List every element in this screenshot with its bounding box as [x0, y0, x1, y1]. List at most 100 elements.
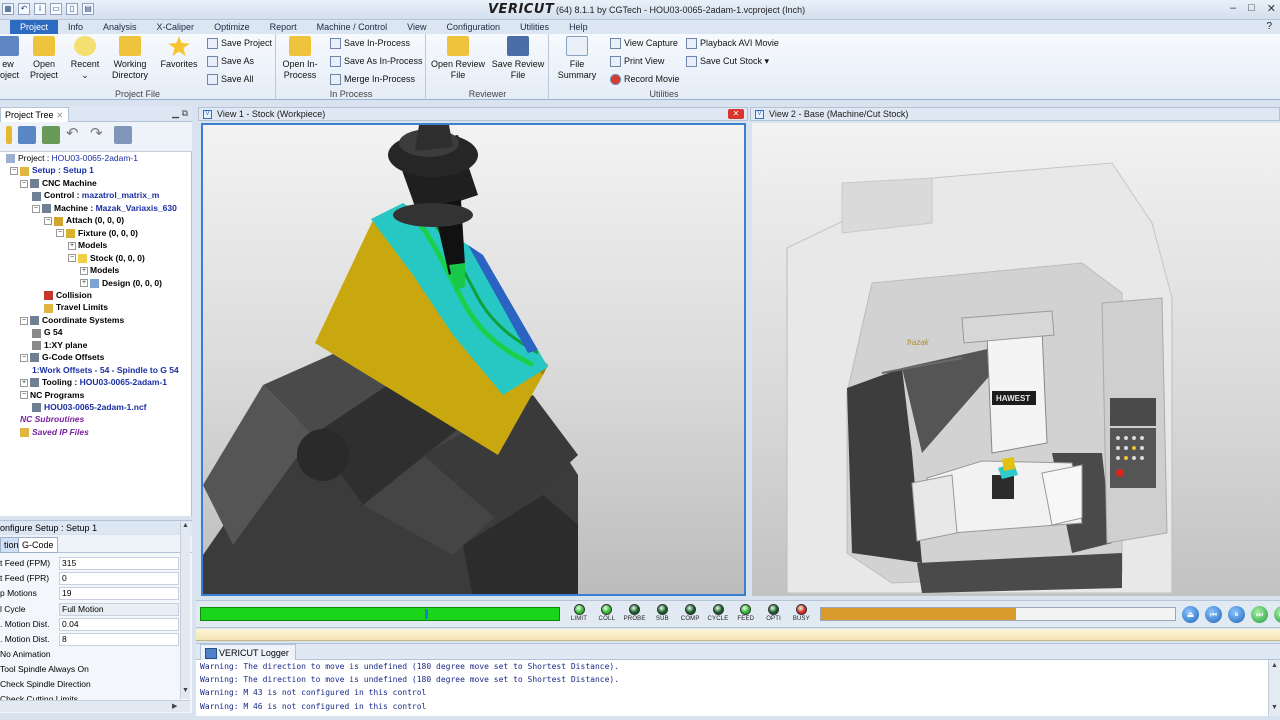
record-movie-button[interactable]: Record Movie	[610, 72, 680, 86]
tree-node[interactable]: − Machine : Mazak_Variaxis_630	[32, 202, 177, 214]
app-menu-icon[interactable]: ▦	[2, 3, 14, 15]
tree-node[interactable]: Saved IP Files	[20, 426, 89, 438]
view1-close-button[interactable]: ✕	[728, 109, 744, 119]
open-in-process-button[interactable]: Open In- Process	[278, 36, 322, 81]
view2-machine-viewport[interactable]: HAWEST frazak	[752, 123, 1280, 596]
undo-icon[interactable]: ↶	[66, 126, 84, 144]
status-led-comp[interactable]: COMP	[678, 604, 702, 622]
setting-select[interactable]: Full Motion	[59, 602, 179, 616]
menu-item-analysis[interactable]: Analysis	[93, 20, 147, 34]
layout-icon[interactable]: ▭	[50, 3, 62, 15]
undo-icon[interactable]: ↶	[18, 3, 30, 15]
simulation-progress-bar[interactable]	[200, 607, 560, 621]
tree-node[interactable]: 1:XY plane	[32, 339, 87, 351]
tree-node[interactable]: + Models	[68, 239, 107, 251]
status-led-feed[interactable]: FEED	[734, 604, 758, 622]
help-question-icon[interactable]: ?	[1266, 20, 1272, 34]
menu-item-help[interactable]: Help	[559, 20, 598, 34]
tree-node[interactable]: − CNC Machine	[20, 177, 97, 189]
setting-input[interactable]: 0	[59, 572, 179, 586]
redo-icon[interactable]: ↷	[90, 126, 108, 144]
tab-vericut-logger[interactable]: VERICUT Logger	[200, 644, 296, 660]
menu-item-report[interactable]: Report	[260, 20, 307, 34]
menu-item-optimize[interactable]: Optimize	[204, 20, 260, 34]
tree-node[interactable]: 1:Work Offsets - 54 - Spindle to G 54	[32, 364, 179, 376]
save-as-in-process-button[interactable]: Save As In-Process	[330, 54, 423, 68]
tab-project-tree[interactable]: Project Tree ⨯	[0, 107, 69, 122]
menu-item-view[interactable]: View	[397, 20, 436, 34]
status-led-probe[interactable]: PROBE	[623, 604, 647, 622]
add-component-icon[interactable]	[42, 126, 60, 144]
logger-scrollbar[interactable]: ▲ ▼	[1268, 660, 1280, 716]
setting-input[interactable]: 8	[59, 633, 179, 646]
close-icon[interactable]: ⨯	[56, 110, 64, 120]
configure-setup-scrollbar[interactable]: ▲ ▼	[180, 521, 190, 699]
status-led-sub[interactable]: SUB	[650, 604, 674, 622]
tree-node[interactable]: + Models	[80, 264, 119, 276]
view-capture-button[interactable]: View Capture	[610, 36, 678, 50]
tree-node[interactable]: − Fixture (0, 0, 0)	[56, 227, 138, 239]
tree-node[interactable]: − NC Programs	[20, 389, 84, 401]
file-summary-button[interactable]: File Summary	[555, 36, 599, 81]
collapse-icon[interactable]: −	[32, 204, 40, 213]
rewind-button[interactable]: ⏮	[1205, 606, 1222, 623]
tree-node[interactable]: + Tooling : HOU03-0065-2adam-1	[20, 376, 167, 388]
maximize-button[interactable]: □	[1248, 2, 1255, 15]
status-led-opti[interactable]: OPTI	[762, 604, 786, 622]
collapse-icon[interactable]: −	[44, 217, 52, 225]
menu-item-info[interactable]: Info	[58, 20, 93, 34]
minimize-button[interactable]: –	[1230, 2, 1236, 15]
tree-node[interactable]: − Stock (0, 0, 0)	[68, 252, 145, 264]
info-icon[interactable]: i	[34, 3, 46, 15]
wand-icon[interactable]	[6, 126, 12, 144]
pause-button[interactable]: ⏸	[1228, 606, 1245, 623]
layout-split-icon[interactable]: ▯	[66, 3, 78, 15]
option-checkbox[interactable]: No Animation	[0, 647, 180, 662]
expand-icon[interactable]: +	[80, 279, 88, 288]
menu-item-project[interactable]: Project	[10, 20, 59, 34]
tree-node[interactable]: Control : mazatrol_matrix_m	[32, 189, 159, 201]
status-led-cycle[interactable]: CYCLE	[706, 604, 730, 622]
save-as-button[interactable]: Save As	[207, 54, 254, 68]
status-led-coll[interactable]: COLL	[595, 604, 619, 622]
float-panel-icon[interactable]: ⧉	[182, 108, 188, 118]
open-project-button[interactable]: Open Project	[22, 36, 66, 81]
merge-in-process-button[interactable]: Merge In-Process	[330, 72, 415, 86]
menu-item-utilities[interactable]: Utilities	[510, 20, 559, 34]
tree-node[interactable]: − Attach (0, 0, 0)	[44, 214, 124, 226]
tree-node[interactable]: Travel Limits	[44, 301, 108, 313]
collapse-icon[interactable]: −	[10, 167, 18, 176]
expand-icon[interactable]: +	[80, 266, 88, 275]
save-project-button[interactable]: Save Project	[207, 36, 272, 50]
setting-input[interactable]: 315	[59, 557, 179, 570]
play-to-end-button[interactable]: ⏭	[1274, 606, 1280, 623]
collapse-icon[interactable]: −	[68, 254, 76, 263]
close-window-button[interactable]: ✕	[1267, 2, 1276, 15]
progress-marker[interactable]	[425, 609, 428, 619]
scroll-right-icon[interactable]: ▶	[172, 702, 177, 710]
save-review-file-button[interactable]: Save Review File	[490, 36, 546, 81]
layout-grid-icon[interactable]: ▤	[82, 3, 94, 15]
configure-icon[interactable]	[18, 126, 36, 144]
collapse-icon[interactable]: −	[20, 391, 28, 400]
menu-item-machine-control[interactable]: Machine / Control	[307, 20, 398, 34]
print-view-button[interactable]: Print View	[610, 54, 664, 68]
scroll-up-icon[interactable]: ▲	[1271, 662, 1278, 669]
expand-icon[interactable]: +	[20, 378, 28, 387]
tree-node[interactable]: Project : HOU03-0065-2adam-1	[6, 152, 138, 164]
scroll-down-icon[interactable]: ▼	[182, 687, 189, 694]
tree-node[interactable]: Collision	[44, 289, 92, 301]
menu-item-x-caliper[interactable]: X-Caliper	[147, 20, 205, 34]
collapse-icon[interactable]: −	[20, 316, 28, 325]
scroll-up-icon[interactable]: ▲	[182, 522, 189, 529]
tree-node[interactable]: − G-Code Offsets	[20, 351, 104, 363]
collapse-icon[interactable]: −	[20, 353, 28, 362]
single-step-button[interactable]: ⏭	[1251, 606, 1268, 623]
favorites-button[interactable]: Favorites	[157, 36, 201, 70]
view1-stock-viewport[interactable]	[201, 123, 746, 596]
option-checkbox[interactable]: Tool Spindle Always On	[0, 662, 180, 677]
expand-icon[interactable]: +	[68, 241, 76, 250]
option-checkbox[interactable]: Check Spindle Direction	[0, 677, 180, 692]
reset-model-button[interactable]: ⏏	[1182, 606, 1199, 623]
tree-node[interactable]: HOU03-0065-2adam-1.ncf	[32, 401, 147, 413]
